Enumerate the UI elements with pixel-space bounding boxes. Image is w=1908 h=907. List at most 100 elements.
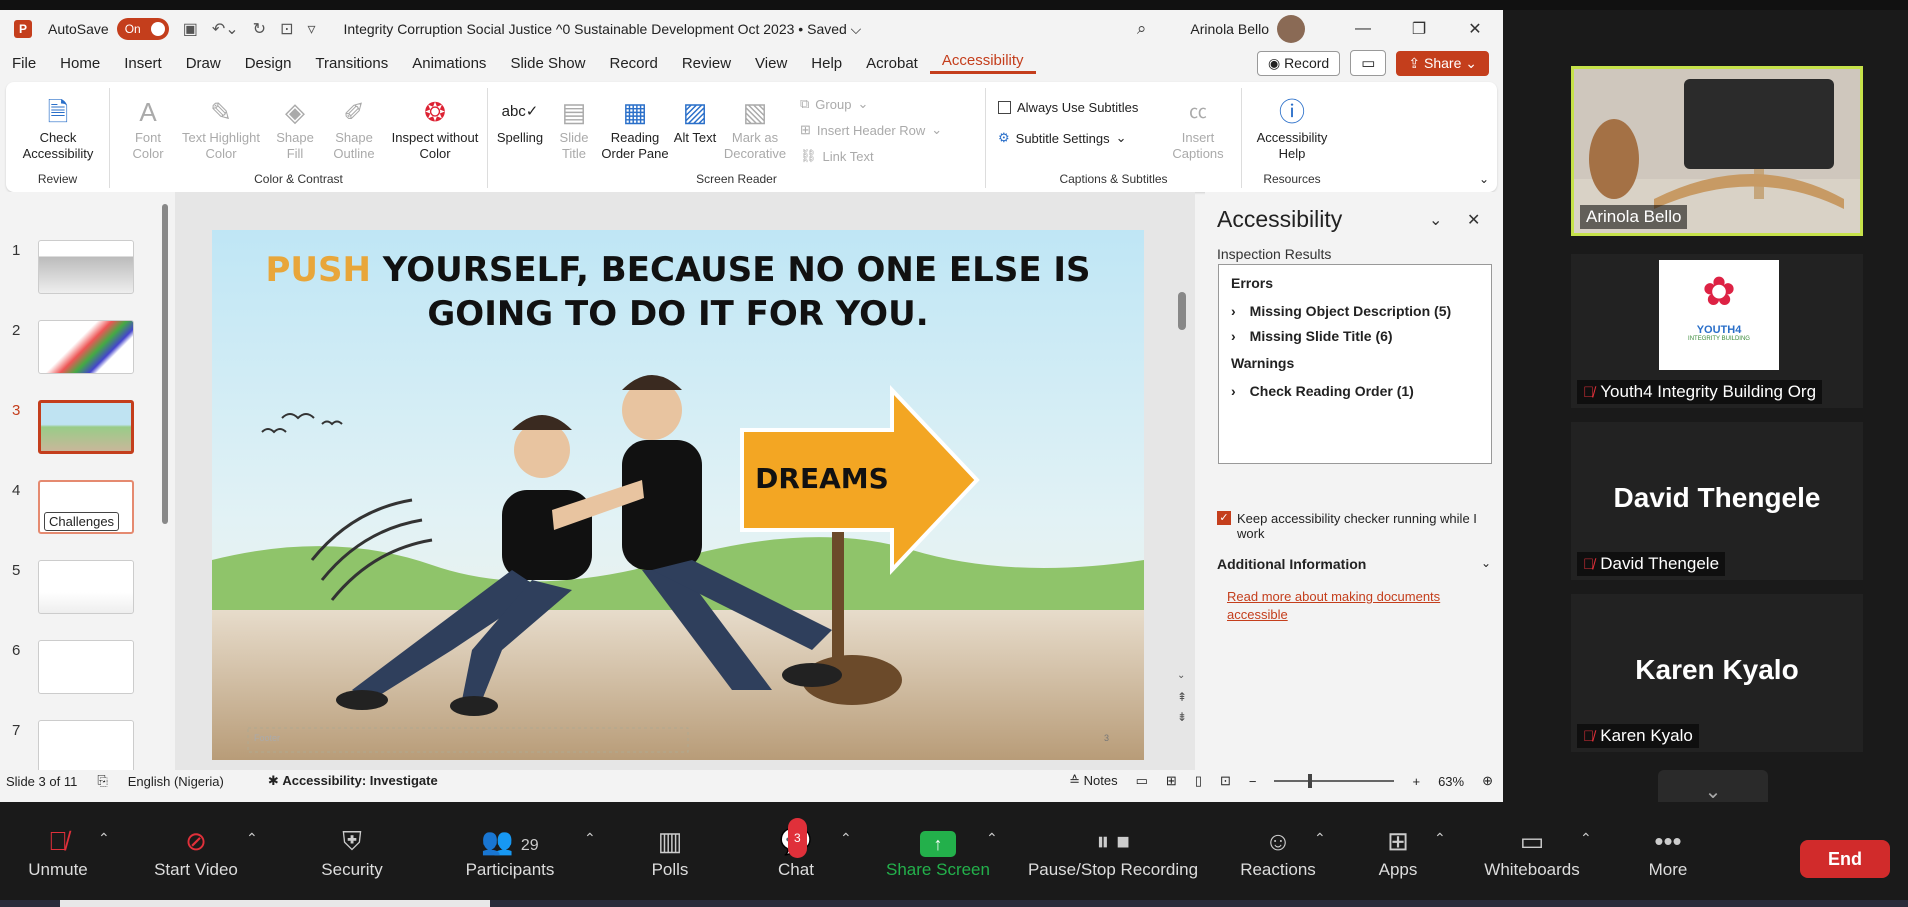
thumbnail-3[interactable]: 3 xyxy=(0,398,150,458)
apps-caret-icon[interactable]: ⌃ xyxy=(1434,830,1446,847)
normal-view-icon[interactable]: ▭ xyxy=(1136,773,1148,789)
thumbnail-2[interactable]: 2 xyxy=(0,318,150,378)
slide-sorter-icon[interactable]: ⊞ xyxy=(1166,773,1177,789)
save-icon[interactable]: ▣ xyxy=(183,19,198,39)
notes-button[interactable]: ≙ Notes xyxy=(1069,773,1117,789)
participants-button[interactable]: 👥 29 Participants xyxy=(458,822,562,880)
zoom-in-icon[interactable]: + xyxy=(1412,774,1420,789)
tab-acrobat[interactable]: Acrobat xyxy=(854,55,930,72)
scroll-down-icon[interactable]: ⌄ xyxy=(1177,670,1185,681)
present-icon[interactable]: ⊡ xyxy=(280,19,293,39)
document-title[interactable]: Integrity Corruption Social Justice ^0 S… xyxy=(344,21,862,38)
end-meeting-button[interactable]: End xyxy=(1800,840,1890,878)
subtitle-settings-button[interactable]: ⚙ Subtitle Settings ⌄ xyxy=(998,130,1127,146)
thumbnail-5[interactable]: 5 xyxy=(0,558,150,618)
tab-accessibility[interactable]: Accessibility xyxy=(929,52,1036,74)
collapse-ribbon-icon[interactable]: ⌄ xyxy=(1479,172,1489,186)
mark-decorative-button[interactable]: ▧ Mark as Decorative xyxy=(720,94,790,162)
insert-header-row-button[interactable]: ⊞ Insert Header Row ⌄ xyxy=(800,122,942,138)
avatar[interactable] xyxy=(1277,15,1305,43)
zoom-slider[interactable] xyxy=(1274,774,1395,788)
apps-button[interactable]: ⊞ Apps xyxy=(1360,822,1436,880)
link-text-button[interactable]: ⛓ Link Text xyxy=(800,148,874,164)
pane-close-icon[interactable]: ✕ xyxy=(1467,210,1480,230)
tab-draw[interactable]: Draw xyxy=(174,55,233,72)
shape-fill-button[interactable]: ◈ Shape Fill xyxy=(270,94,320,162)
zoom-level[interactable]: 63% xyxy=(1438,774,1464,789)
audio-options-caret-icon[interactable]: ⌃ xyxy=(98,830,110,847)
thumbnail-7[interactable]: 7 xyxy=(0,718,150,778)
video-options-caret-icon[interactable]: ⌃ xyxy=(246,830,258,847)
search-icon[interactable]: ⌕ xyxy=(1137,19,1147,39)
read-more-link[interactable]: Read more about making documents accessi… xyxy=(1227,588,1477,624)
current-slide[interactable]: PUSH YOURSELF, BECAUSE NO ONE ELSE IS GO… xyxy=(212,230,1144,760)
unmute-button[interactable]: 🎙̸ Unmute xyxy=(18,822,98,880)
thumbnails-scrollbar[interactable] xyxy=(160,192,170,770)
keep-checker-running-checkbox[interactable]: ✓ Keep accessibility checker running whi… xyxy=(1217,511,1497,541)
chevron-down-icon[interactable]: ⌄ xyxy=(1481,556,1491,570)
tab-file[interactable]: File xyxy=(0,55,48,72)
error-missing-slide-title[interactable]: › Missing Slide Title (6) xyxy=(1231,328,1393,344)
tab-record[interactable]: Record xyxy=(597,55,669,72)
additional-information-heading[interactable]: Additional Information xyxy=(1217,556,1366,572)
zoom-out-icon[interactable]: − xyxy=(1249,774,1257,789)
start-video-button[interactable]: ⊘ Start Video xyxy=(144,822,248,880)
chat-caret-icon[interactable]: ⌃ xyxy=(840,830,852,847)
whiteboards-caret-icon[interactable]: ⌃ xyxy=(1580,830,1592,847)
shape-outline-button[interactable]: ✐ Shape Outline xyxy=(324,94,384,162)
previous-slide-icon[interactable]: ⇞ xyxy=(1177,690,1187,704)
polls-button[interactable]: ▥ Polls xyxy=(640,822,700,880)
spelling-button[interactable]: abc✓ Spelling xyxy=(492,94,548,146)
accessibility-status[interactable]: ✱ Accessibility: Investigate xyxy=(268,773,438,789)
text-highlight-button[interactable]: ✎ Text Highlight Color xyxy=(176,94,266,162)
redo-icon[interactable]: ↻ xyxy=(253,19,266,39)
font-color-button[interactable]: A Font Color xyxy=(122,94,174,162)
error-missing-object-description[interactable]: › Missing Object Description (5) xyxy=(1231,303,1451,319)
video-tile[interactable]: ✿ YOUTH4 INTEGRITY BUILDING 🎙̸ Youth4 In… xyxy=(1571,254,1863,408)
video-tile-active[interactable]: Arinola Bello xyxy=(1571,66,1863,236)
tab-design[interactable]: Design xyxy=(233,55,304,72)
thumbnail-1[interactable]: 1 xyxy=(0,238,150,298)
tab-slide-show[interactable]: Slide Show xyxy=(498,55,597,72)
language-indicator[interactable]: English (Nigeria) xyxy=(128,774,224,789)
thumbnail-4[interactable]: 4 Challenges xyxy=(0,478,150,538)
chat-button[interactable]: 💬3 Chat xyxy=(766,818,826,880)
close-icon[interactable]: ✕ xyxy=(1447,19,1503,39)
reading-view-icon[interactable]: ▯ xyxy=(1195,773,1202,789)
record-button[interactable]: ◉ Record xyxy=(1256,50,1341,76)
reactions-caret-icon[interactable]: ⌃ xyxy=(1314,830,1326,847)
thumbnail-6[interactable]: 6 xyxy=(0,638,150,698)
tab-review[interactable]: Review xyxy=(670,55,743,72)
tab-transitions[interactable]: Transitions xyxy=(303,55,400,72)
customize-toolbar-icon[interactable]: ▿ xyxy=(307,19,315,39)
slide-title-button[interactable]: ▤ Slide Title xyxy=(550,94,598,162)
more-button[interactable]: ••• More xyxy=(1640,822,1696,880)
tab-home[interactable]: Home xyxy=(48,55,112,72)
spellcheck-icon[interactable]: ⎘ xyxy=(97,773,107,789)
undo-icon[interactable]: ↶⌄ xyxy=(212,19,239,39)
tab-view[interactable]: View xyxy=(743,55,799,72)
participants-caret-icon[interactable]: ⌃ xyxy=(584,830,596,847)
tab-help[interactable]: Help xyxy=(799,55,854,72)
slideshow-icon[interactable]: ⊡ xyxy=(1220,773,1231,789)
insert-captions-button[interactable]: ㏄ Insert Captions xyxy=(1166,94,1230,162)
check-accessibility-button[interactable]: 🗎 Check Accessibility xyxy=(14,94,102,162)
pause-stop-recording-button[interactable]: ⏸ ⏹ Pause/Stop Recording xyxy=(1018,822,1208,880)
reading-order-pane-button[interactable]: ▦ Reading Order Pane xyxy=(600,94,670,162)
accessibility-help-button[interactable]: ⓘ Accessibility Help xyxy=(1248,94,1336,162)
share-button[interactable]: ⇪ Share ⌄ xyxy=(1396,50,1489,76)
tab-animations[interactable]: Animations xyxy=(400,55,498,72)
always-use-subtitles-checkbox[interactable]: Always Use Subtitles xyxy=(998,100,1138,115)
security-button[interactable]: ⛨ Security xyxy=(312,822,392,880)
video-tile[interactable]: David Thengele 🎙̸ David Thengele xyxy=(1571,422,1863,580)
whiteboards-button[interactable]: ▭ Whiteboards xyxy=(1470,822,1594,880)
group-button[interactable]: ⧉ Group ⌄ xyxy=(800,96,868,112)
alt-text-button[interactable]: ▨ Alt Text xyxy=(672,94,718,146)
fit-to-window-icon[interactable]: ⊕ xyxy=(1482,773,1493,789)
share-screen-button[interactable]: ↑ Share Screen xyxy=(876,822,1000,880)
video-tile[interactable]: Karen Kyalo 🎙̸ Karen Kyalo xyxy=(1571,594,1863,752)
user-name[interactable]: Arinola Bello xyxy=(1190,21,1269,37)
tab-insert[interactable]: Insert xyxy=(112,55,174,72)
inspect-without-color-button[interactable]: ❂ Inspect without Color xyxy=(390,94,480,162)
pane-options-icon[interactable]: ⌄ xyxy=(1429,210,1442,230)
